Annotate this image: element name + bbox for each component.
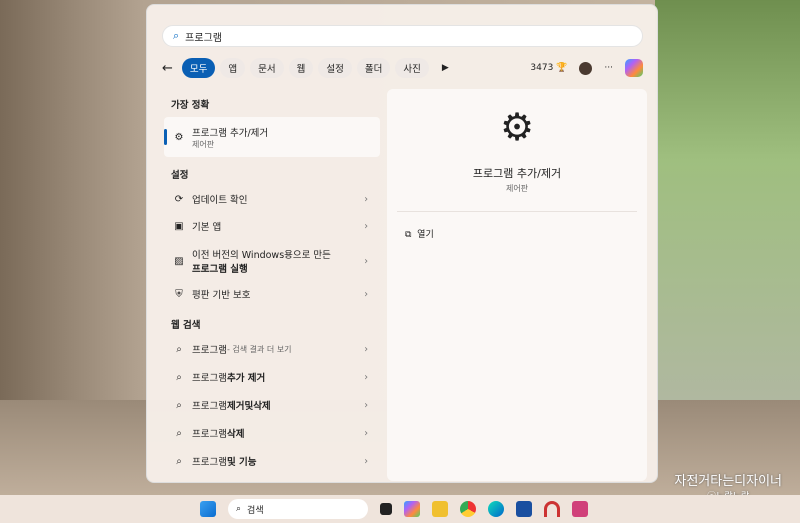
web-search-heading: 웹 검색 — [171, 320, 201, 331]
chip-all[interactable]: 모두 — [181, 58, 216, 78]
settings-item-default-apps[interactable]: ▣ 기본 앱 › — [164, 213, 380, 239]
chevron-right-icon: › — [364, 399, 368, 411]
taskbar-search[interactable]: ⌕ 검색 — [228, 499, 368, 519]
chevron-right-icon: › — [364, 427, 368, 439]
file-explorer-icon[interactable] — [432, 501, 448, 517]
refresh-icon: ⟳ — [174, 193, 184, 205]
windows-start-icon[interactable] — [200, 501, 216, 517]
rewards-icon: 🏆 — [556, 63, 568, 73]
edge-icon[interactable] — [488, 501, 504, 517]
search-icon: ⌕ — [176, 427, 182, 439]
media-app-icon[interactable] — [572, 501, 588, 517]
more-filters-button[interactable]: ▶ — [442, 63, 449, 73]
chevron-right-icon: › — [364, 371, 368, 383]
chevron-right-icon: › — [364, 455, 368, 467]
divider — [397, 211, 637, 212]
search-icon: ⌕ — [176, 343, 182, 355]
best-match-item[interactable]: ⚙ 프로그램 추가/제거 제어판 — [164, 117, 380, 157]
search-icon: ⌕ — [176, 399, 182, 411]
chevron-right-icon: › — [364, 220, 368, 232]
copilot-icon[interactable] — [625, 59, 643, 77]
avatar[interactable] — [579, 61, 593, 75]
chevron-right-icon: › — [364, 343, 368, 355]
back-button[interactable]: ← — [162, 61, 173, 76]
gear-icon: ⚙ — [174, 131, 184, 143]
web-item[interactable]: ⌕ 프로그램 및 기능 › — [164, 448, 380, 474]
wallpaper-right — [655, 0, 800, 400]
settings-item-reputation[interactable]: ⛨ 평판 기반 보호 › — [164, 281, 380, 307]
detail-subtitle: 제어판 — [505, 184, 529, 193]
chip-folders[interactable]: 폴더 — [356, 58, 391, 78]
chip-photos[interactable]: 사진 — [395, 58, 429, 78]
gear-icon: ⚙ — [499, 105, 535, 149]
search-icon: ⌕ — [236, 504, 242, 514]
web-item[interactable]: ⌕ 프로그램 - 검색 결과 더 보기 › — [164, 336, 380, 362]
copilot-taskbar-icon[interactable] — [404, 501, 420, 517]
search-icon: ⌕ — [176, 455, 182, 467]
search-query: 프로그램 — [185, 32, 222, 44]
search-input[interactable]: ⌕ 프로그램 — [162, 25, 643, 47]
web-item[interactable]: ⌕ 프로그램 삭제 › — [164, 420, 380, 446]
taskbar: ⌕ 검색 — [0, 495, 800, 523]
task-view-icon[interactable] — [380, 503, 392, 515]
more-options-button[interactable]: ··· — [604, 63, 613, 73]
compat-icon: ▨ — [174, 255, 184, 267]
chevron-right-icon: › — [364, 193, 368, 205]
chip-apps[interactable]: 앱 — [220, 58, 246, 78]
chip-settings[interactable]: 설정 — [318, 58, 352, 78]
detail-pane: ⚙ 프로그램 추가/제거 제어판 ⧉ 열기 — [387, 89, 647, 481]
start-search-panel: ⌕ 프로그램 ← 모두 앱 문서 웹 설정 폴더 사진 ▶ 3473 🏆 ···… — [146, 4, 658, 483]
search-icon: ⌕ — [176, 371, 182, 383]
chevron-right-icon: › — [364, 288, 368, 300]
open-external-icon: ⧉ — [405, 230, 412, 240]
web-item[interactable]: ⌕ 프로그램 제거및삭제 › — [164, 392, 380, 418]
app-icon[interactable] — [544, 501, 560, 517]
best-match-heading: 가장 정확 — [171, 100, 210, 111]
shield-icon: ⛨ — [175, 288, 183, 300]
settings-heading: 설정 — [171, 170, 189, 181]
filter-bar: ← 모두 앱 문서 웹 설정 폴더 사진 ▶ 3473 🏆 ··· — [162, 57, 643, 79]
apps-icon: ▣ — [174, 220, 184, 232]
chevron-right-icon: › — [364, 255, 368, 267]
chip-web[interactable]: 웹 — [288, 58, 314, 78]
web-item[interactable]: ⌕ 프로그램 추가 제거 › — [164, 364, 380, 390]
search-icon: ⌕ — [173, 29, 180, 42]
store-icon[interactable] — [516, 501, 532, 517]
settings-item-update[interactable]: ⟳ 업데이트 확인 › — [164, 186, 380, 212]
rewards-points[interactable]: 3473 🏆 — [530, 63, 567, 73]
chrome-icon[interactable] — [460, 501, 476, 517]
open-action[interactable]: ⧉ 열기 — [405, 227, 434, 240]
settings-item-compat[interactable]: ▨ 이전 버전의 Windows용으로 만든 프로그램 실행 › — [164, 245, 380, 277]
detail-title: 프로그램 추가/제거 — [472, 167, 562, 180]
chip-docs[interactable]: 문서 — [250, 58, 284, 78]
